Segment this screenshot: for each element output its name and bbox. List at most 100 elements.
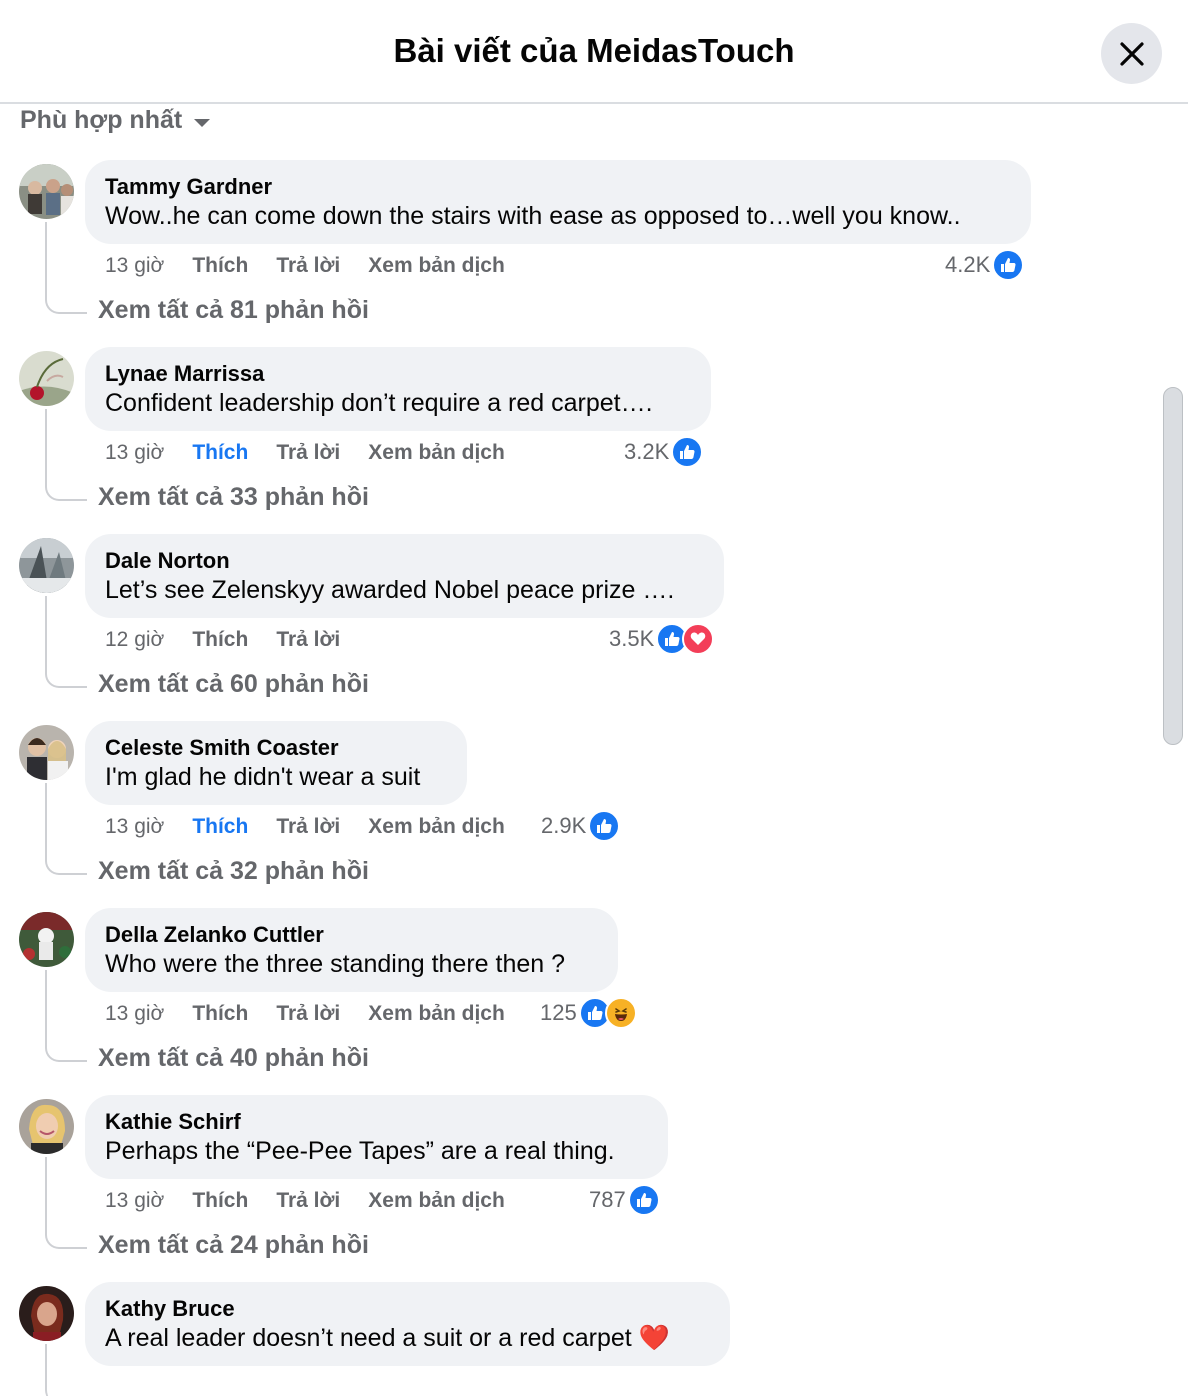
- comment-time[interactable]: 13 giờ: [105, 1189, 164, 1213]
- reaction-count: 2.9K: [541, 813, 587, 838]
- reaction-count: 787: [589, 1187, 626, 1212]
- comment-bubble: Tammy Gardner Wow..he can come down the …: [85, 160, 1031, 244]
- comment-time[interactable]: 12 giờ: [105, 628, 164, 652]
- comment-text: A real leader doesn’t need a suit or a r…: [105, 1324, 670, 1352]
- comment-author[interactable]: Tammy Gardner: [105, 174, 1011, 200]
- view-replies-link[interactable]: Xem tất cả 40 phản hồi: [98, 1044, 369, 1073]
- reply-button[interactable]: Trả lời: [276, 815, 340, 839]
- comment-bubble: Della Zelanko Cuttler Who were the three…: [85, 908, 618, 992]
- comment-text: Wow..he can come down the stairs with ea…: [105, 202, 961, 230]
- translate-button[interactable]: Xem bản dịch: [368, 1002, 505, 1026]
- thread-connector: [45, 1157, 87, 1249]
- avatar[interactable]: [19, 164, 74, 219]
- love-reaction-icon: [682, 623, 715, 655]
- comment-text: I'm glad he didn't wear a suit: [105, 763, 421, 791]
- translate-button[interactable]: Xem bản dịch: [368, 815, 505, 839]
- dialog-header: Bài viết của MeidasTouch: [0, 0, 1188, 104]
- reply-button[interactable]: Trả lời: [276, 628, 340, 652]
- reaction-count: 3.5K: [609, 626, 655, 651]
- view-replies-link[interactable]: Xem tất cả 60 phản hồi: [98, 670, 369, 699]
- translate-button[interactable]: Xem bản dịch: [368, 1189, 505, 1213]
- comment: Lynae Marrissa Confident leadership don’…: [0, 347, 1150, 534]
- comment-author[interactable]: Kathy Bruce: [105, 1296, 710, 1322]
- thread-connector: [45, 596, 87, 688]
- like-button[interactable]: Thích: [192, 815, 248, 839]
- comment-bubble: Lynae Marrissa Confident leadership don’…: [85, 347, 711, 431]
- like-button[interactable]: Thích: [192, 441, 248, 465]
- thread-connector: [45, 1344, 87, 1396]
- comment-author[interactable]: Celeste Smith Coaster: [105, 735, 447, 761]
- sort-dropdown[interactable]: Phù hợp nhất: [20, 106, 211, 135]
- like-reaction-icon: [627, 1184, 660, 1216]
- thread-connector: [45, 783, 87, 875]
- reaction-summary[interactable]: 3.5K: [609, 622, 715, 656]
- close-button[interactable]: [1101, 23, 1162, 84]
- comment-actions: 13 giờ Thích Trả lời Xem bản dịch: [105, 439, 533, 467]
- like-button[interactable]: Thích: [192, 254, 248, 278]
- view-replies-link[interactable]: Xem tất cả 32 phản hồi: [98, 857, 369, 886]
- sort-label: Phù hợp nhất: [20, 106, 183, 134]
- comment-bubble: Kathy Bruce A real leader doesn’t need a…: [85, 1282, 730, 1366]
- reaction-count: 3.2K: [624, 439, 670, 464]
- like-reaction-icon: [588, 810, 621, 842]
- translate-button[interactable]: Xem bản dịch: [368, 254, 505, 278]
- reply-button[interactable]: Trả lời: [276, 441, 340, 465]
- comment-time[interactable]: 13 giờ: [105, 441, 164, 465]
- reply-button[interactable]: Trả lời: [276, 1002, 340, 1026]
- comment-author[interactable]: Della Zelanko Cuttler: [105, 922, 598, 948]
- avatar[interactable]: [19, 1286, 74, 1341]
- comment: Della Zelanko Cuttler Who were the three…: [0, 908, 1150, 1095]
- view-replies-link[interactable]: Xem tất cả 33 phản hồi: [98, 483, 369, 512]
- like-reaction-icon: [671, 436, 704, 468]
- avatar[interactable]: [19, 1099, 74, 1154]
- reaction-summary[interactable]: 2.9K: [541, 809, 621, 843]
- thread-connector: [45, 409, 87, 501]
- like-button[interactable]: Thích: [192, 1189, 248, 1213]
- view-replies-link[interactable]: Xem tất cả 81 phản hồi: [98, 296, 369, 325]
- comment-bubble: Kathie Schirf Perhaps the “Pee-Pee Tapes…: [85, 1095, 668, 1179]
- avatar[interactable]: [19, 912, 74, 967]
- reply-button[interactable]: Trả lời: [276, 254, 340, 278]
- reaction-summary[interactable]: 125: [540, 996, 637, 1030]
- scrollbar-thumb[interactable]: [1163, 387, 1183, 745]
- comment: Tammy Gardner Wow..he can come down the …: [0, 160, 1150, 347]
- like-button[interactable]: Thích: [192, 1002, 248, 1026]
- comment-time[interactable]: 13 giờ: [105, 815, 164, 839]
- translate-button[interactable]: Xem bản dịch: [368, 441, 505, 465]
- like-reaction-icon: [992, 249, 1025, 281]
- comment-actions: 13 giờ Thích Trả lời Xem bản dịch: [105, 813, 533, 841]
- reaction-count: 125: [540, 1000, 577, 1025]
- caret-down-icon: [194, 118, 211, 127]
- comment-bubble: Celeste Smith Coaster I'm glad he didn't…: [85, 721, 467, 805]
- comment-actions: 13 giờ Thích Trả lời Xem bản dịch: [105, 252, 533, 280]
- comment-author[interactable]: Dale Norton: [105, 548, 704, 574]
- avatar[interactable]: [19, 725, 74, 780]
- like-button[interactable]: Thích: [192, 628, 248, 652]
- comment-bubble: Dale Norton Let’s see Zelenskyy awarded …: [85, 534, 724, 618]
- avatar[interactable]: [19, 538, 74, 593]
- comment-text: Who were the three standing there then ?: [105, 950, 566, 978]
- comment-time[interactable]: 13 giờ: [105, 1002, 164, 1026]
- comment: Celeste Smith Coaster I'm glad he didn't…: [0, 721, 1150, 908]
- comment: Kathy Bruce A real leader doesn’t need a…: [0, 1282, 1150, 1396]
- haha-reaction-icon: [604, 997, 637, 1029]
- avatar[interactable]: [19, 351, 74, 406]
- comment-text: Perhaps the “Pee-Pee Tapes” are a real t…: [105, 1137, 615, 1165]
- reaction-count: 4.2K: [945, 252, 991, 277]
- reaction-summary[interactable]: 3.2K: [624, 435, 704, 469]
- close-icon: [1119, 41, 1144, 66]
- comment-author[interactable]: Kathie Schirf: [105, 1109, 648, 1135]
- comment-text: Let’s see Zelenskyy awarded Nobel peace …: [105, 576, 675, 604]
- comment-actions: 13 giờ Thích Trả lời Xem bản dịch: [105, 1187, 533, 1215]
- view-replies-link[interactable]: Xem tất cả 24 phản hồi: [98, 1231, 369, 1260]
- reaction-summary[interactable]: 787: [589, 1183, 660, 1217]
- comment: Kathie Schirf Perhaps the “Pee-Pee Tapes…: [0, 1095, 1150, 1282]
- comment: Dale Norton Let’s see Zelenskyy awarded …: [0, 534, 1150, 721]
- dialog-title: Bài viết của MeidasTouch: [393, 32, 795, 69]
- thread-connector: [45, 222, 87, 314]
- reply-button[interactable]: Trả lời: [276, 1189, 340, 1213]
- comment-time[interactable]: 13 giờ: [105, 254, 164, 278]
- thread-connector: [45, 970, 87, 1062]
- comment-author[interactable]: Lynae Marrissa: [105, 361, 691, 387]
- reaction-summary[interactable]: 4.2K: [945, 248, 1025, 282]
